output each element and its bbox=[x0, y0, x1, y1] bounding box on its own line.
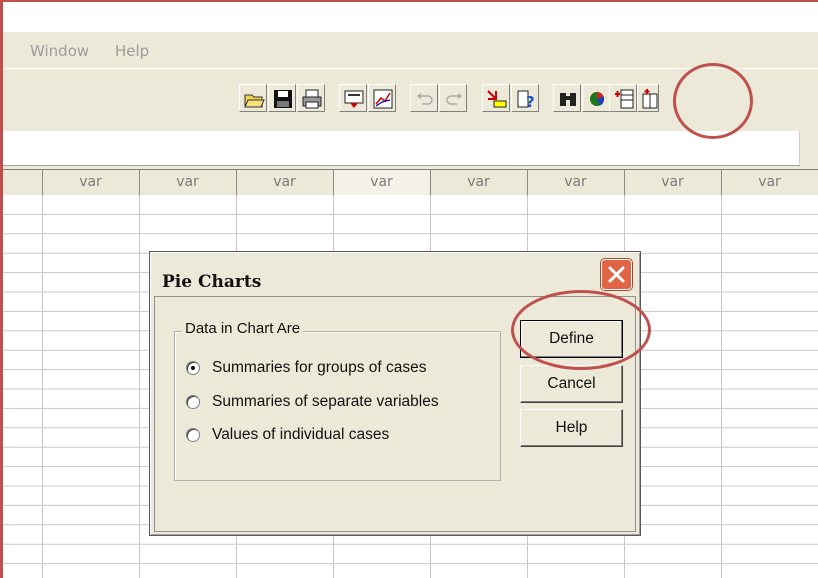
group-label: Data in Chart Are bbox=[182, 320, 304, 337]
pie-chart-icon bbox=[590, 92, 605, 106]
menu-bar: Window Help bbox=[3, 32, 818, 68]
dialog-recall-icon bbox=[344, 90, 364, 108]
column-header[interactable]: var bbox=[333, 170, 429, 196]
toolbar: ? bbox=[3, 68, 818, 133]
annotation-frame-left bbox=[0, 0, 3, 578]
chart-icon bbox=[373, 89, 393, 109]
find-button[interactable] bbox=[553, 84, 581, 112]
goto-case-button[interactable] bbox=[482, 84, 510, 112]
chart-button[interactable] bbox=[368, 84, 396, 112]
pie-chart-button[interactable] bbox=[582, 84, 610, 112]
find-icon bbox=[560, 93, 576, 106]
redo-button[interactable] bbox=[439, 84, 467, 112]
svg-text:?: ? bbox=[526, 93, 535, 110]
column-header-row: var var var var var var var var bbox=[3, 169, 818, 196]
annotation-frame-top bbox=[0, 0, 818, 2]
insert-case-button[interactable] bbox=[609, 84, 637, 112]
spss-data-editor-window: Window Help ? var var var var var var va… bbox=[0, 0, 818, 578]
menu-help[interactable]: Help bbox=[115, 42, 149, 60]
column-header[interactable]: var bbox=[42, 170, 138, 196]
radio-label: Summaries of separate variables bbox=[212, 393, 439, 410]
radio-button[interactable] bbox=[186, 395, 200, 409]
column-header[interactable]: var bbox=[139, 170, 235, 196]
column-header[interactable]: var bbox=[430, 170, 526, 196]
undo-button[interactable] bbox=[410, 84, 438, 112]
insert-case-icon bbox=[615, 89, 634, 109]
variables-icon: ? bbox=[517, 90, 535, 110]
radio-button[interactable] bbox=[186, 361, 200, 375]
variables-button[interactable]: ? bbox=[511, 84, 539, 112]
cell-editor-input[interactable] bbox=[3, 131, 800, 166]
print-button[interactable] bbox=[297, 84, 325, 112]
save-button[interactable] bbox=[268, 84, 296, 112]
open-icon bbox=[244, 94, 265, 108]
column-header[interactable]: var bbox=[527, 170, 623, 196]
dialog-recall-button[interactable] bbox=[339, 84, 367, 112]
menu-window[interactable]: Window bbox=[30, 42, 89, 60]
column-header[interactable]: var bbox=[236, 170, 332, 196]
column-header[interactable]: var bbox=[721, 170, 817, 196]
pie-charts-dialog: Pie Charts Data in Chart Are Summaries f… bbox=[149, 251, 641, 536]
cancel-button[interactable]: Cancel bbox=[520, 365, 623, 403]
open-button[interactable] bbox=[239, 84, 267, 112]
column-header[interactable]: var bbox=[624, 170, 720, 196]
title-strip bbox=[3, 2, 818, 32]
help-button[interactable]: Help bbox=[520, 409, 623, 447]
close-icon bbox=[608, 266, 625, 283]
radio-button[interactable] bbox=[186, 428, 200, 442]
insert-variable-icon bbox=[642, 89, 658, 109]
dialog-title: Pie Charts bbox=[162, 272, 262, 292]
radio-label: Summaries for groups of cases bbox=[212, 359, 427, 376]
cell-editor-bar bbox=[3, 131, 818, 169]
close-button[interactable] bbox=[601, 259, 632, 290]
insert-variable-button[interactable] bbox=[637, 84, 659, 112]
redo-icon bbox=[446, 93, 462, 105]
define-button[interactable]: Define bbox=[520, 320, 623, 358]
print-icon bbox=[302, 89, 322, 109]
undo-icon bbox=[417, 93, 433, 105]
save-icon bbox=[274, 90, 292, 108]
radio-label: Values of individual cases bbox=[212, 426, 390, 443]
goto-case-icon bbox=[487, 90, 507, 108]
